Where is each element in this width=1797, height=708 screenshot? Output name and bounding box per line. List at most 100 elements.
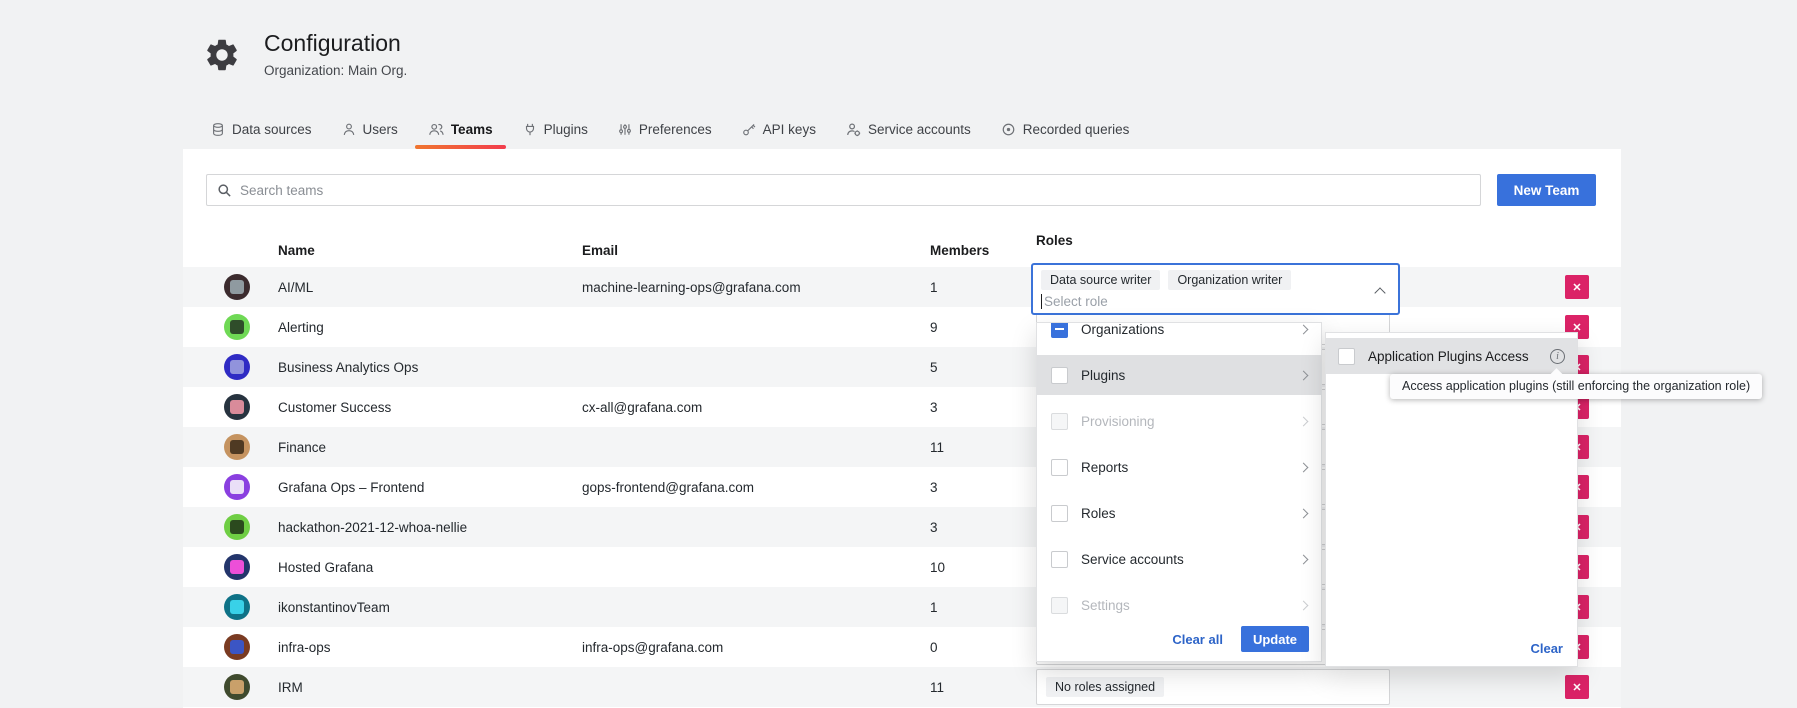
checkbox-icon[interactable] — [1051, 551, 1068, 568]
update-button[interactable]: Update — [1241, 626, 1309, 652]
close-icon: ✕ — [1572, 681, 1581, 694]
team-name[interactable]: hackathon-2021-12-whoa-nellie — [278, 520, 582, 535]
role-dropdown-menu: Organizations Plugins Provisioning Repor… — [1036, 322, 1322, 662]
chevron-right-icon — [1299, 324, 1309, 334]
table-header: Name Email Members Roles — [183, 233, 1621, 267]
team-name[interactable]: infra-ops — [278, 640, 582, 655]
team-name[interactable]: ikonstantinovTeam — [278, 600, 582, 615]
tab-recorded-queries[interactable]: Recorded queries — [986, 112, 1145, 146]
team-members-count: 9 — [930, 320, 1036, 335]
column-name: Name — [278, 243, 582, 258]
config-tabs: Data sources Users Teams Plugins Prefere… — [196, 112, 1144, 146]
team-name[interactable]: Hosted Grafana — [278, 560, 582, 575]
team-name[interactable]: Alerting — [278, 320, 582, 335]
team-avatar — [224, 354, 250, 380]
info-icon[interactable]: i — [1550, 349, 1565, 364]
tab-users[interactable]: Users — [327, 112, 413, 146]
chevron-right-icon — [1299, 600, 1309, 610]
tab-teams[interactable]: Teams — [413, 112, 508, 146]
key-icon — [742, 122, 756, 137]
team-email: machine-learning-ops@grafana.com — [582, 280, 930, 295]
table-row-ai-ml: AI/ML machine-learning-ops@grafana.com 1… — [183, 267, 1621, 307]
checkbox-icon[interactable] — [1051, 505, 1068, 522]
column-email: Email — [582, 243, 930, 258]
page-subtitle: Organization: Main Org. — [264, 63, 407, 78]
delete-team-button[interactable]: ✕ — [1565, 275, 1589, 299]
role-group-roles[interactable]: Roles — [1037, 493, 1321, 533]
search-box[interactable] — [206, 174, 1481, 206]
text-caret — [1041, 294, 1042, 309]
role-picker-select[interactable]: No roles assigned — [1036, 669, 1390, 705]
team-members-count: 5 — [930, 360, 1036, 375]
role-group-settings[interactable]: Settings — [1037, 585, 1321, 625]
page-header: Configuration Organization: Main Org. — [203, 30, 407, 79]
role-tag[interactable]: Organization writer — [1168, 270, 1291, 290]
role-info-tooltip: Access application plugins (still enforc… — [1390, 374, 1762, 399]
clear-link[interactable]: Clear — [1530, 641, 1563, 656]
column-members: Members — [930, 243, 1036, 258]
team-members-count: 1 — [930, 600, 1036, 615]
tab-api-keys[interactable]: API keys — [727, 112, 831, 146]
role-tag: No roles assigned — [1046, 677, 1164, 697]
tab-data-sources[interactable]: Data sources — [196, 112, 327, 146]
service-account-icon — [846, 122, 861, 137]
checkbox-icon[interactable] — [1051, 413, 1068, 430]
datasource-icon — [211, 122, 225, 137]
search-input[interactable] — [240, 183, 1470, 198]
team-avatar — [224, 274, 250, 300]
role-picker-focused[interactable]: Data source writer Organization writer S… — [1031, 263, 1400, 315]
team-members-count: 11 — [930, 440, 1036, 455]
team-members-count: 11 — [930, 680, 1036, 695]
role-group-provisioning[interactable]: Provisioning — [1037, 401, 1321, 441]
role-search-placeholder[interactable]: Select role — [1044, 294, 1108, 309]
role-label: Application Plugins Access — [1368, 349, 1529, 364]
chevron-right-icon — [1299, 554, 1309, 564]
checkbox-icon[interactable] — [1051, 459, 1068, 476]
sliders-icon — [618, 122, 632, 137]
team-name[interactable]: IRM — [278, 680, 582, 695]
team-members-count: 10 — [930, 560, 1036, 575]
table-row-irm: IRM 11 No roles assigned ✕ — [183, 667, 1621, 707]
role-group-plugins[interactable]: Plugins — [1037, 355, 1321, 395]
new-team-button[interactable]: New Team — [1497, 174, 1596, 206]
chevron-right-icon — [1299, 508, 1309, 518]
role-group-organizations[interactable]: Organizations — [1037, 322, 1321, 349]
team-avatar — [224, 314, 250, 340]
team-members-count: 3 — [930, 520, 1036, 535]
chevron-right-icon — [1299, 416, 1309, 426]
team-name[interactable]: Grafana Ops – Frontend — [278, 480, 582, 495]
delete-team-button[interactable]: ✕ — [1565, 675, 1589, 699]
team-email: gops-frontend@grafana.com — [582, 480, 930, 495]
team-members-count: 3 — [930, 400, 1036, 415]
clear-all-link[interactable]: Clear all — [1172, 632, 1223, 647]
team-avatar — [224, 634, 250, 660]
team-email: infra-ops@grafana.com — [582, 640, 930, 655]
team-name[interactable]: Business Analytics Ops — [278, 360, 582, 375]
checkbox-icon[interactable] — [1051, 597, 1068, 614]
team-members-count: 1 — [930, 280, 1036, 295]
page-title: Configuration — [264, 30, 407, 57]
role-submenu-item[interactable]: Application Plugins Access i — [1326, 338, 1577, 374]
team-name[interactable]: AI/ML — [278, 280, 582, 295]
team-name[interactable]: Customer Success — [278, 400, 582, 415]
team-avatar — [224, 394, 250, 420]
checkbox-icon[interactable] — [1051, 322, 1068, 338]
chevron-up-icon[interactable] — [1374, 287, 1385, 298]
checkbox-icon[interactable] — [1051, 367, 1068, 384]
tab-preferences[interactable]: Preferences — [603, 112, 727, 146]
team-avatar — [224, 514, 250, 540]
team-members-count: 0 — [930, 640, 1036, 655]
checkbox-icon[interactable] — [1338, 348, 1355, 365]
team-email: cx-all@grafana.com — [582, 400, 930, 415]
role-group-reports[interactable]: Reports — [1037, 447, 1321, 487]
chevron-right-icon — [1299, 370, 1309, 380]
close-icon: ✕ — [1572, 281, 1581, 294]
team-name[interactable]: Finance — [278, 440, 582, 455]
tab-plugins[interactable]: Plugins — [508, 112, 603, 146]
gear-icon — [203, 36, 241, 79]
tab-service-accounts[interactable]: Service accounts — [831, 112, 986, 146]
role-tag[interactable]: Data source writer — [1041, 270, 1160, 290]
role-group-service-accounts[interactable]: Service accounts — [1037, 539, 1321, 579]
users-icon — [428, 122, 444, 137]
role-group-list: Organizations Plugins Provisioning Repor… — [1037, 322, 1321, 625]
